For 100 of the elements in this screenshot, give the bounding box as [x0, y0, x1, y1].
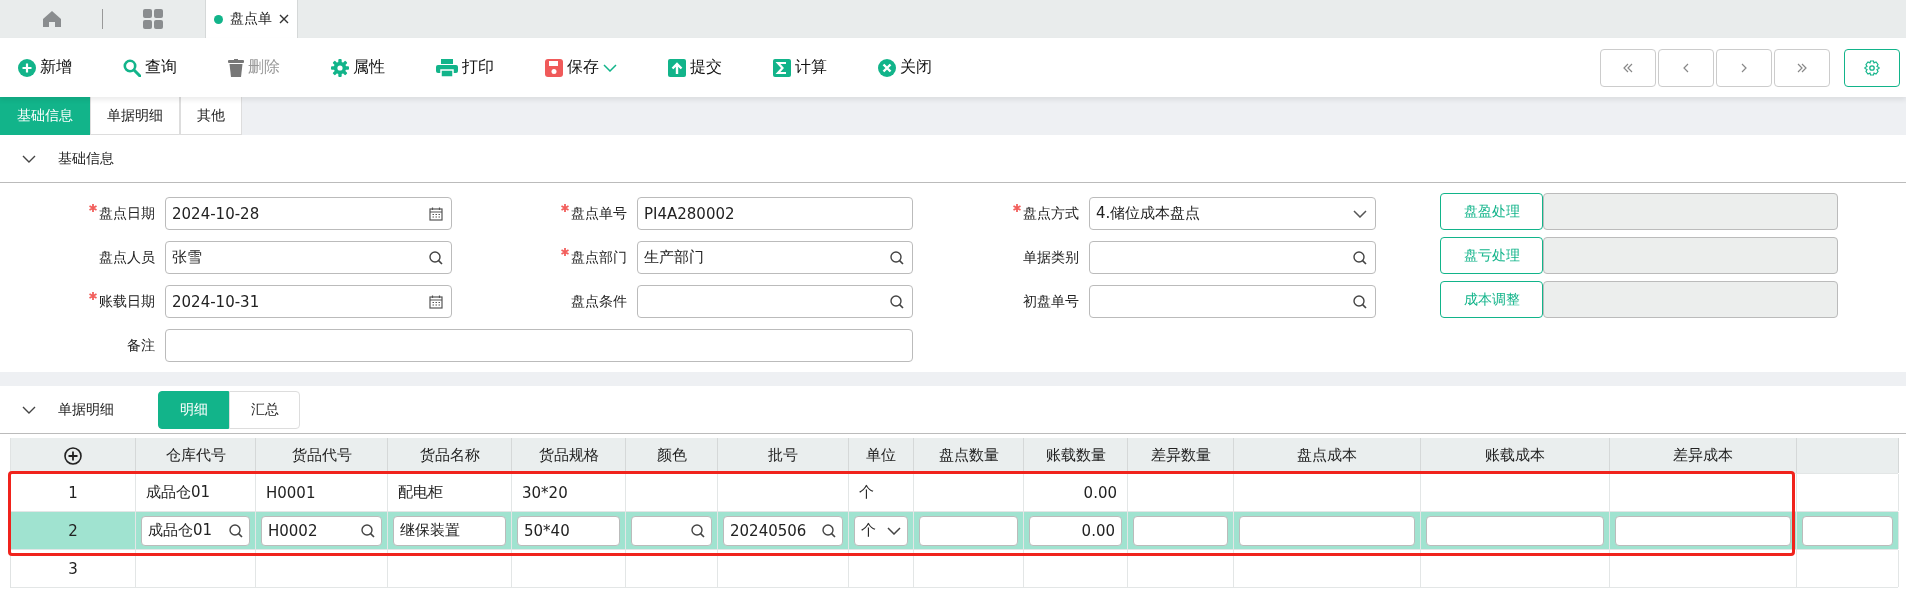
upload-icon	[668, 58, 686, 77]
cell-input[interactable]	[1802, 515, 1893, 546]
cell-input[interactable]: 个	[854, 515, 908, 546]
row-number: 1	[68, 483, 78, 502]
column-header[interactable]: 仓库代号	[165, 446, 226, 465]
toolbar-button[interactable]: 计算	[773, 57, 827, 78]
column-header[interactable]: 差异数量	[1150, 446, 1211, 465]
page-tab[interactable]: 单据明细	[90, 97, 180, 135]
close-icon	[878, 58, 896, 77]
calendar-icon[interactable]	[429, 294, 443, 309]
field-label: 盘点日期	[99, 204, 155, 223]
search-icon[interactable]	[361, 523, 375, 538]
table-row[interactable]: 3	[11, 550, 1898, 588]
last-page-icon	[1796, 62, 1808, 73]
field-label: 盘点人员	[99, 248, 155, 267]
lookup-field[interactable]: 生产部门	[637, 241, 913, 274]
column-header[interactable]: 单位	[866, 446, 896, 465]
status-dot-icon	[214, 14, 223, 24]
column-header[interactable]: 盘点成本	[1297, 446, 1357, 465]
cell-input[interactable]: H0002	[261, 515, 382, 546]
column-header[interactable]: 货品代号	[291, 446, 352, 465]
pager-button[interactable]	[1716, 48, 1772, 87]
field-label: 盘点单号	[571, 204, 627, 223]
sigma-icon	[773, 58, 791, 77]
toolbar-button[interactable]: 打印	[436, 57, 494, 78]
column-header[interactable]: 盘点数量	[938, 446, 999, 465]
trash-icon	[228, 58, 244, 77]
cell-input[interactable]	[1133, 515, 1228, 546]
date-field[interactable]: 2024-10-28	[165, 197, 452, 230]
table-cell: 0.00	[1083, 483, 1117, 502]
search-icon[interactable]	[429, 250, 443, 265]
cell-input[interactable]: 继保装置	[393, 515, 506, 546]
section-title: 基础信息	[58, 149, 114, 168]
lookup-field[interactable]	[1089, 285, 1376, 318]
field-label: 备注	[127, 336, 155, 355]
toolbar-button[interactable]: 提交	[668, 57, 722, 78]
table-cell: 成品仓01	[146, 483, 211, 502]
cell-input[interactable]: 50*40	[517, 515, 620, 546]
field-label: 单据类别	[1023, 248, 1079, 267]
view-tab[interactable]: 汇总	[229, 390, 300, 429]
search-icon[interactable]	[890, 294, 904, 309]
close-icon[interactable]	[279, 14, 289, 24]
window-tab[interactable]: 盘点单	[205, 0, 298, 38]
search-icon	[123, 58, 141, 77]
search-icon[interactable]	[890, 250, 904, 265]
pager-button[interactable]	[1600, 48, 1656, 87]
field-label: 盘点部门	[571, 248, 627, 267]
cell-input[interactable]: 0.00	[1029, 515, 1122, 546]
search-icon[interactable]	[1353, 294, 1367, 309]
page-tab[interactable]: 其他	[180, 97, 242, 135]
toolbar-button[interactable]: 新增	[18, 57, 72, 78]
table-cell: 配电柜	[398, 483, 443, 502]
search-icon[interactable]	[1353, 250, 1367, 265]
table-row[interactable]: 2 成品仓01 H0002 继保装置 50*40 20240506 个 0.00	[11, 512, 1898, 550]
cell-input[interactable]	[631, 515, 712, 546]
column-header[interactable]: 差异成本	[1673, 446, 1733, 465]
gear-icon	[331, 58, 349, 77]
column-header[interactable]: 账载成本	[1485, 446, 1545, 465]
cell-input[interactable]: 成品仓01	[141, 515, 250, 546]
lookup-field[interactable]	[637, 285, 913, 318]
note-field[interactable]	[165, 329, 913, 362]
toolbar-button[interactable]: 查询	[123, 57, 177, 78]
lookup-field[interactable]: 张雪	[165, 241, 452, 274]
column-header[interactable]: 账载数量	[1045, 446, 1106, 465]
lookup-field[interactable]	[1089, 241, 1376, 274]
toolbar-button[interactable]: 保存	[545, 57, 617, 78]
table-cell: 个	[859, 483, 874, 502]
column-header[interactable]: 货品名称	[419, 446, 480, 465]
table-cell: 30*20	[522, 483, 568, 502]
dropdown-field[interactable]: 4.储位成本盘点	[1089, 197, 1376, 230]
cell-input[interactable]: 20240506	[723, 515, 843, 546]
field-label: 盘点条件	[571, 292, 627, 311]
toolbar-button[interactable]: 关闭	[878, 57, 932, 78]
grid-icon	[143, 9, 163, 29]
cell-input[interactable]	[1426, 515, 1604, 546]
caret-icon	[887, 526, 901, 535]
settings-button[interactable]	[1844, 48, 1900, 87]
pager-button[interactable]	[1658, 48, 1714, 87]
cell-input[interactable]	[1239, 515, 1415, 546]
first-page-icon	[1622, 62, 1634, 73]
date-field[interactable]: 2024-10-31	[165, 285, 452, 318]
text-field[interactable]: PI4A280002	[637, 197, 913, 230]
column-header[interactable]: 颜色	[656, 446, 687, 465]
add-row-icon[interactable]	[64, 446, 82, 465]
cell-input[interactable]	[1615, 515, 1791, 546]
toolbar-button[interactable]: 属性	[331, 57, 385, 78]
search-icon[interactable]	[822, 523, 836, 538]
settings-icon	[1864, 59, 1880, 76]
caret-icon	[1353, 209, 1367, 218]
search-icon[interactable]	[691, 523, 705, 538]
row-number: 2	[68, 521, 78, 540]
calendar-icon[interactable]	[429, 206, 443, 221]
search-icon[interactable]	[229, 523, 243, 538]
pager-button[interactable]	[1774, 48, 1830, 87]
field-label: 初盘单号	[1023, 292, 1079, 311]
column-header[interactable]: 货品规格	[538, 446, 599, 465]
plus-icon	[18, 58, 36, 77]
section-title: 单据明细	[58, 400, 114, 419]
column-header[interactable]: 批号	[768, 446, 798, 465]
cell-input[interactable]	[919, 515, 1018, 546]
